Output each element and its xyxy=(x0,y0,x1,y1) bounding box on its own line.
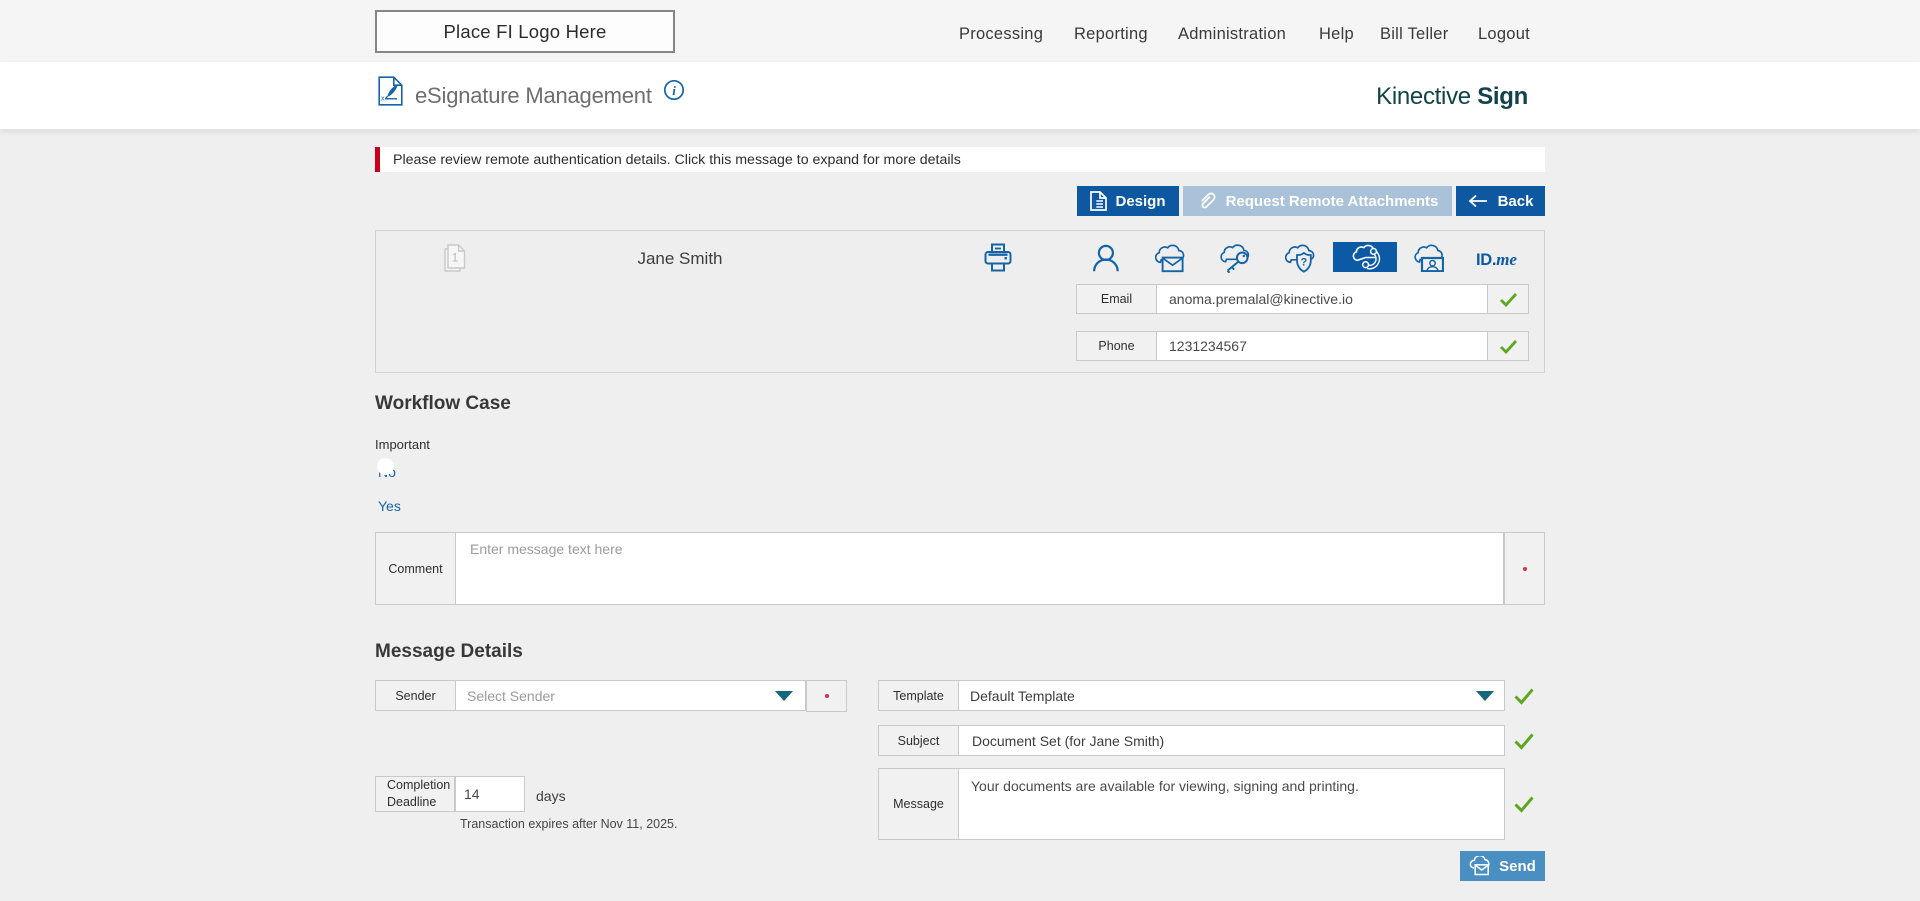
svg-text:i: i xyxy=(672,83,676,98)
svg-text:?: ? xyxy=(1301,257,1308,269)
svg-text:1: 1 xyxy=(452,251,459,265)
svg-text:x: x xyxy=(381,96,385,103)
